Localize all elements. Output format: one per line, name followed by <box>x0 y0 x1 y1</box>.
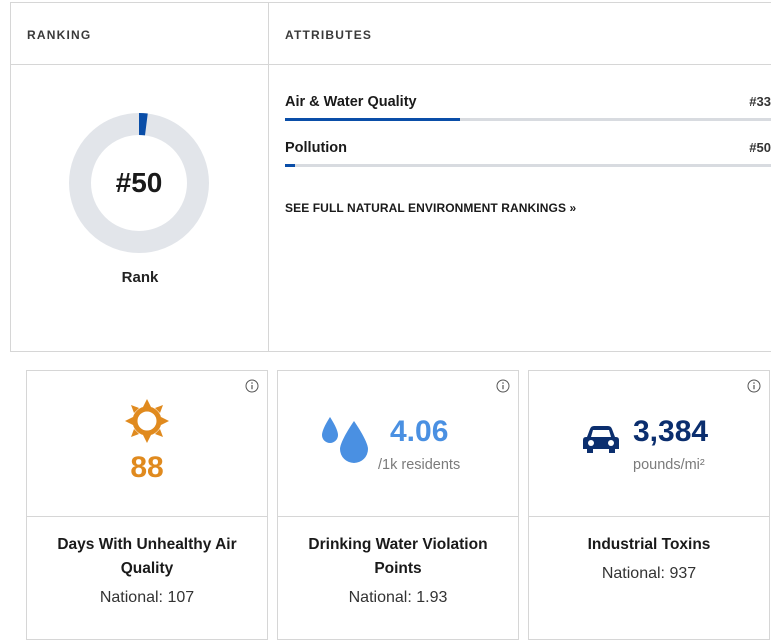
attribute-rank: #33 <box>749 94 771 109</box>
rank-value: #50 <box>115 167 163 198</box>
metric-title: Drinking Water Violation Points <box>308 536 488 577</box>
metric-card-unhealthy-air: 88 Days With Unhealthy Air Quality Natio… <box>26 370 268 640</box>
attribute-name: Air & Water Quality <box>285 94 417 110</box>
metric-value: 3,384 <box>633 415 709 448</box>
attribute-rank: #50 <box>749 140 771 155</box>
metric-title: Industrial Toxins <box>587 536 711 553</box>
attribute-progress-fill <box>285 118 460 121</box>
metric-value: 88 <box>130 451 164 484</box>
info-icon[interactable] <box>496 379 510 393</box>
ranking-column: RANKING #50 Rank <box>11 3 269 351</box>
info-icon[interactable] <box>747 379 761 393</box>
attribute-progress-track <box>285 164 771 167</box>
sun-icon <box>125 399 169 443</box>
metric-title: Days With Unhealthy Air Quality <box>57 536 237 577</box>
attributes-column: ATTRIBUTES Air & Water Quality #33 Pollu… <box>269 3 771 351</box>
attribute-name: Pollution <box>285 140 348 156</box>
metric-national: National: 937 <box>601 565 697 582</box>
metric-national: National: 107 <box>99 589 195 606</box>
car-icon <box>583 426 619 453</box>
metric-card-industrial-toxins: 3,384 pounds/mi² Industrial Toxins Natio… <box>528 370 770 640</box>
ranking-header-label: RANKING <box>27 28 92 42</box>
metric-card-top: 3,384 pounds/mi² <box>529 371 769 517</box>
metric-value: 4.06 <box>390 415 449 448</box>
info-icon[interactable] <box>245 379 259 393</box>
ranking-table: RANKING #50 Rank ATTRIBUTES Air & Water … <box>10 2 771 352</box>
ranking-header: RANKING <box>11 3 268 65</box>
metric-card-top: 4.06 /1k residents <box>278 371 518 517</box>
metric-unit: pounds/mi² <box>633 457 705 473</box>
metric-unit: /1k residents <box>378 457 461 473</box>
attributes-header: ATTRIBUTES <box>269 3 771 65</box>
metric-national: National: 1.93 <box>348 589 448 606</box>
metric-card-drinking-water: 4.06 /1k residents Drinking Water Violat… <box>277 370 519 640</box>
rank-label: Rank <box>121 269 159 286</box>
attributes-header-label: ATTRIBUTES <box>285 28 373 42</box>
attribute-progress-track <box>285 118 771 121</box>
attribute-progress-fill <box>285 164 295 167</box>
water-drops-icon <box>322 417 368 463</box>
metric-card-top: 88 <box>27 371 267 517</box>
see-full-rankings-link[interactable]: SEE FULL NATURAL ENVIRONMENT RANKINGS » <box>285 201 576 215</box>
